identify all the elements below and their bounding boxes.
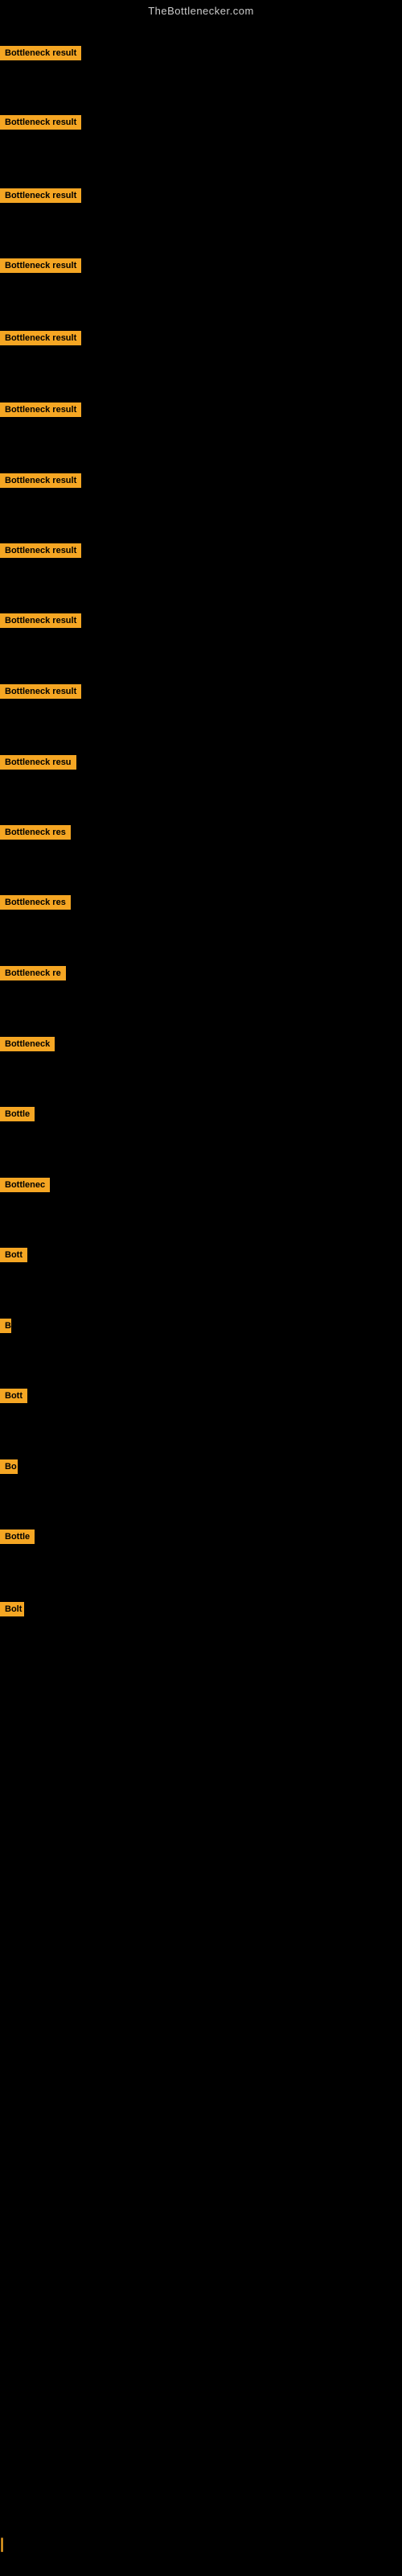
bottleneck-badge-row: Bottleneck result — [0, 684, 81, 703]
bottleneck-badge-row: Bottleneck result — [0, 613, 81, 632]
bottleneck-result-badge[interactable]: Bottleneck result — [0, 543, 81, 558]
bottleneck-badge-row: B — [0, 1319, 11, 1337]
bottleneck-badge-row: Bottleneck res — [0, 825, 71, 844]
bottleneck-badge-row: Bottleneck result — [0, 258, 81, 277]
bottleneck-result-badge[interactable]: Bottleneck result — [0, 613, 81, 628]
bottleneck-badge-row: Bottleneck result — [0, 473, 81, 492]
bottleneck-badge-row: Bottleneck — [0, 1037, 55, 1055]
site-title: TheBottlenecker.com — [0, 0, 402, 22]
bottleneck-result-badge[interactable]: Bottlenec — [0, 1178, 50, 1192]
bottleneck-badge-row: Bott — [0, 1389, 27, 1407]
bottleneck-result-badge[interactable]: Bottleneck result — [0, 258, 81, 273]
bottleneck-result-badge[interactable]: Bottleneck result — [0, 115, 81, 130]
bottleneck-result-badge[interactable]: Bottle — [0, 1107, 35, 1121]
bottleneck-badge-row: Bottleneck result — [0, 402, 81, 421]
bottleneck-badge-row: Bottleneck result — [0, 115, 81, 134]
bottleneck-result-badge[interactable]: Bottleneck res — [0, 895, 71, 910]
bottleneck-result-badge[interactable]: Bottleneck result — [0, 473, 81, 488]
bottleneck-result-badge[interactable]: Bott — [0, 1389, 27, 1403]
bottleneck-badge-row: Bottleneck result — [0, 331, 81, 349]
bottleneck-result-badge[interactable]: Bottleneck re — [0, 966, 66, 980]
bottleneck-result-badge[interactable]: Bottleneck result — [0, 46, 81, 60]
bottleneck-badge-row: Bottleneck re — [0, 966, 66, 985]
bottleneck-result-badge[interactable]: Bottleneck — [0, 1037, 55, 1051]
bottleneck-badge-row: Bottleneck result — [0, 188, 81, 207]
bottleneck-badge-row: Bott — [0, 1248, 27, 1266]
bottleneck-result-badge[interactable]: Bott — [0, 1248, 27, 1262]
bottleneck-badge-row: Bottle — [0, 1107, 35, 1125]
bottleneck-badge-row: Bottleneck res — [0, 895, 71, 914]
bottleneck-result-badge[interactable]: Bolt — [0, 1602, 24, 1616]
cursor-position: | — [0, 2536, 4, 2553]
bottleneck-badge-row: Bottleneck result — [0, 46, 81, 64]
bottleneck-badge-row: Bottlenec — [0, 1178, 50, 1196]
bottleneck-result-badge[interactable]: Bottleneck resu — [0, 755, 76, 770]
bottleneck-badge-row: Bo — [0, 1459, 18, 1478]
bottleneck-badge-row: Bolt — [0, 1602, 24, 1620]
bottleneck-result-badge[interactable]: Bottleneck result — [0, 684, 81, 699]
bottleneck-result-badge[interactable]: Bottleneck result — [0, 402, 81, 417]
bottleneck-result-badge[interactable]: Bo — [0, 1459, 18, 1474]
bottleneck-badge-row: Bottleneck result — [0, 543, 81, 562]
bottleneck-result-badge[interactable]: B — [0, 1319, 11, 1333]
bottleneck-result-badge[interactable]: Bottleneck res — [0, 825, 71, 840]
bottleneck-result-badge[interactable]: Bottle — [0, 1530, 35, 1544]
bottleneck-badge-row: Bottleneck resu — [0, 755, 76, 774]
bottleneck-badge-row: Bottle — [0, 1530, 35, 1548]
bottleneck-result-badge[interactable]: Bottleneck result — [0, 188, 81, 203]
bottleneck-result-badge[interactable]: Bottleneck result — [0, 331, 81, 345]
